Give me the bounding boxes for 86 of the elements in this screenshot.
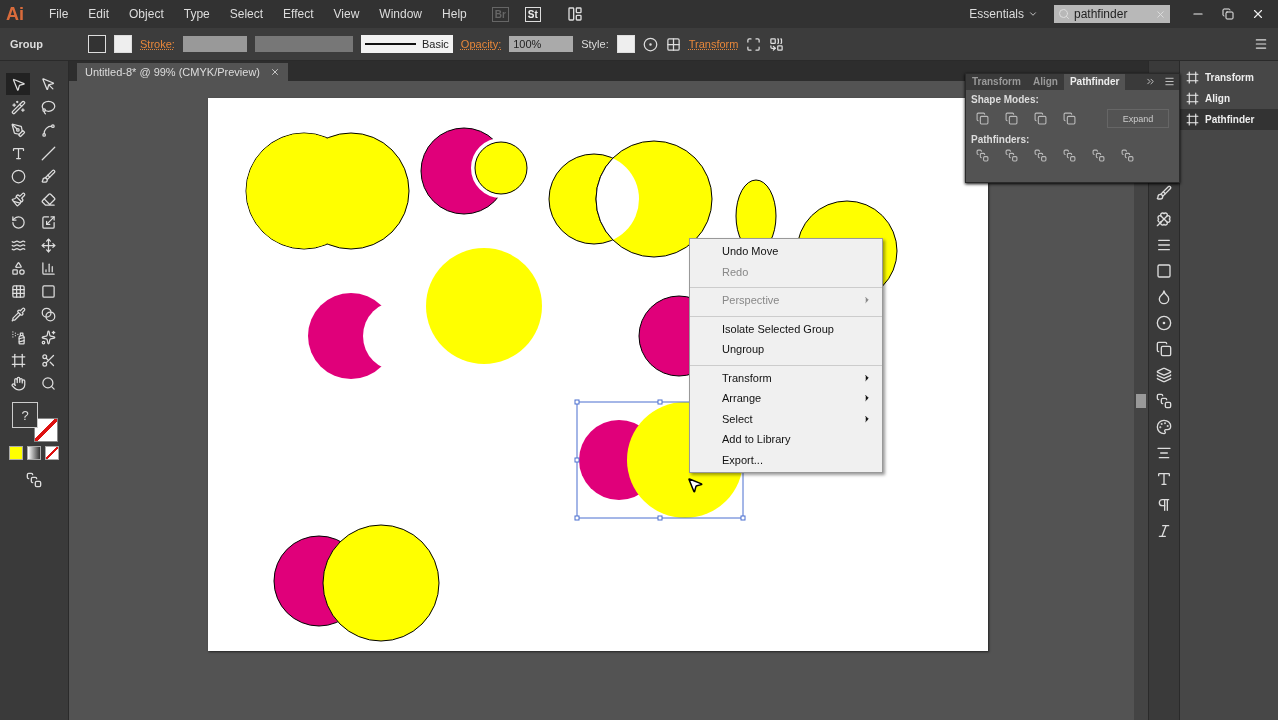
expand-button[interactable]: Expand [1107,109,1169,128]
panel-icon [1186,92,1199,105]
opacity-label[interactable]: Opacity: [460,38,502,50]
panel-icon [1186,113,1199,126]
panel-icon [1186,71,1199,84]
menu-item[interactable]: Isolate Selected Group [690,315,882,339]
app-logo: Ai [6,3,24,25]
transparency-icon[interactable] [1156,289,1172,305]
pathfinder-icon[interactable] [1121,149,1134,162]
cursor-icon [686,476,704,494]
menu-item[interactable]: Help [433,4,476,24]
align-icon[interactable] [665,36,681,52]
transform-link[interactable]: Transform [688,38,739,50]
shape-mode-icon[interactable] [1063,112,1076,125]
menu-item[interactable]: Type [174,4,219,24]
document-tab[interactable]: Untitled-8* @ 99% (CMYK/Preview) [77,63,288,81]
menu-item[interactable]: Select [220,4,273,24]
stroke-icon[interactable] [1156,237,1172,253]
stroke-swatch[interactable] [34,418,58,442]
paragraph-icon[interactable] [1156,497,1172,513]
shape-mode-icon[interactable] [976,112,989,125]
pathfinder-icon[interactable] [1063,149,1076,162]
dock-item[interactable]: Pathfinder [1180,109,1278,130]
menu-item[interactable]: Object [120,4,173,24]
fill-swatch[interactable]: ? [12,402,38,428]
pathfinder-icon[interactable] [976,149,989,162]
club-icon[interactable] [1156,211,1172,227]
collapse-icon[interactable] [1145,76,1156,87]
menu-item[interactable]: Select [690,408,882,429]
appearance-icon[interactable] [1156,315,1172,331]
pathfinder-icon[interactable] [1005,149,1018,162]
section-label: Shape Modes: [970,93,1040,107]
menu-item[interactable]: Add to Library [690,429,882,450]
stroke-label[interactable]: Stroke: [140,38,175,50]
layers-icon[interactable] [1156,367,1172,383]
paragraph-styles-icon[interactable] [1156,445,1172,461]
color-swatch[interactable] [9,446,23,460]
menu-item[interactable]: Edit [79,4,119,24]
submenu-arrow-icon [862,372,872,383]
shape-mode-icon[interactable] [1005,112,1018,125]
graphic-styles-icon[interactable] [1156,341,1172,357]
panel-tab[interactable]: Align [1026,74,1064,90]
layout-icon[interactable] [566,6,583,22]
selection-label: Group [10,38,44,50]
menu-item[interactable]: Transform [690,364,882,388]
none-swatch[interactable] [45,446,59,460]
search-icon [1058,8,1070,20]
select-tool-icon[interactable] [6,73,30,95]
pathfinder-icon[interactable] [1092,149,1105,162]
menu-item[interactable]: File [40,4,78,24]
opacity-field[interactable]: 100% [509,36,574,52]
caret-icon [1028,9,1038,19]
scrollbar-thumb[interactable] [1136,393,1146,408]
panel-menu-icon[interactable] [1164,76,1175,87]
fill-swatch[interactable] [88,35,106,53]
style-swatch[interactable] [616,35,635,53]
shape-mode-icon[interactable] [1034,112,1047,125]
submenu-arrow-icon [862,393,872,404]
menu-item[interactable]: Window [370,4,432,24]
style-label: Style: [581,38,609,50]
menu-item[interactable]: Ungroup [690,339,882,360]
menu-item[interactable]: View [324,4,369,24]
stroke-weight-field[interactable] [182,36,247,52]
character-icon[interactable] [1156,471,1172,487]
panel-tab[interactable]: Transform [966,74,1027,90]
brushes-icon[interactable] [1156,185,1172,201]
menu-icon[interactable] [1254,37,1268,51]
pathfinder-icon[interactable] [1034,149,1047,162]
menu-item[interactable]: Arrange [690,388,882,409]
panel-tab[interactable]: Pathfinder [1063,74,1126,90]
workspace-switcher[interactable]: Essentials [969,7,1038,21]
menu-item[interactable]: Effect [274,4,323,24]
recolor-icon[interactable] [642,36,658,52]
submenu-arrow-icon [862,413,872,424]
dock-item[interactable]: Transform [1180,67,1278,88]
brush-dropdown[interactable]: Basic [360,35,453,53]
stock-icon[interactable]: St [524,6,541,22]
search-field[interactable]: pathfinder [1054,5,1170,23]
transform-icon[interactable] [746,36,762,52]
gradient-swatch[interactable] [27,446,41,460]
section-label: Pathfinders: [970,133,1031,147]
menu-item[interactable]: Undo Move [690,241,882,262]
submenu-arrow-icon [862,295,872,306]
dock-item[interactable]: Align [1180,88,1278,109]
menu-item[interactable]: Export... [690,449,882,470]
opentype-icon[interactable] [1156,523,1172,539]
